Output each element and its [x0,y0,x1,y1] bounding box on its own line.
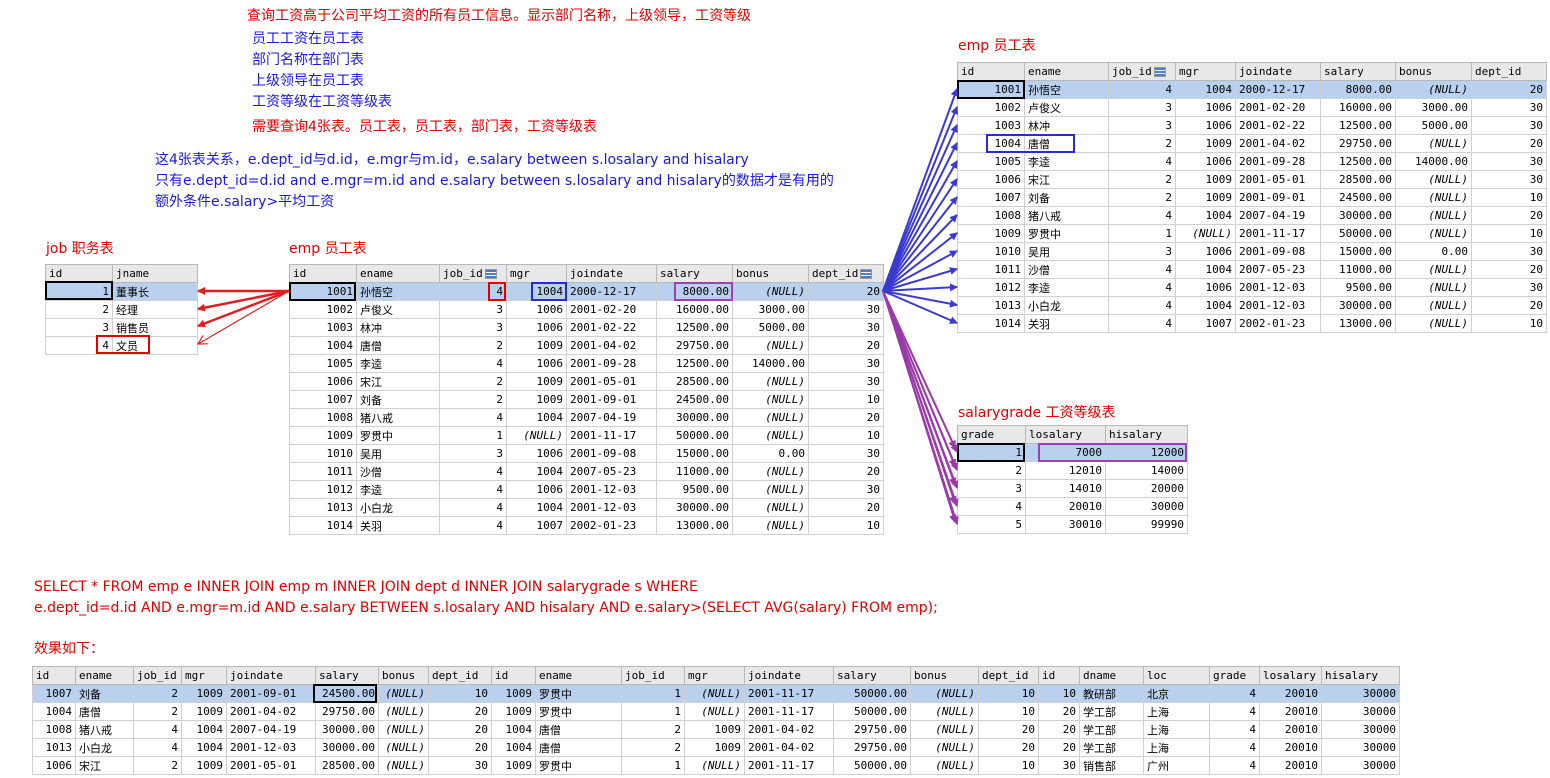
relation-arrow [882,290,958,308]
relation-arrow [197,289,290,328]
relation-arrow [882,88,959,292]
relation-arrow [882,106,959,292]
salary-grade-relation-arrows [882,290,959,525]
relation-arrow [197,289,290,312]
relation-arrow [882,142,958,292]
manager-relation-arrows [882,88,959,324]
relation-arrows [0,88,959,525]
job-relation-arrows [197,287,290,344]
relation-arrow [882,290,957,523]
relation-arrow [882,178,958,292]
relation-arrow [882,124,958,292]
relation-arrow [882,196,958,292]
